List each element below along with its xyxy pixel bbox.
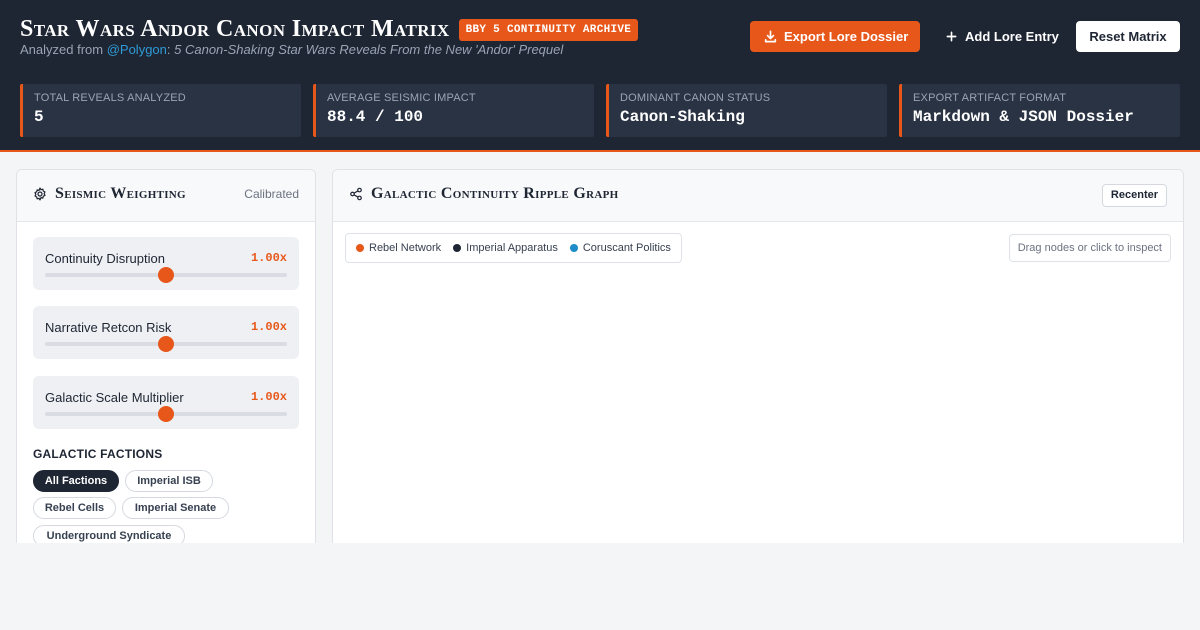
faction-chip-all[interactable]: All Factions — [33, 470, 119, 492]
reset-matrix-button[interactable]: Reset Matrix — [1076, 21, 1180, 52]
panel-title: Seismic Weighting — [33, 185, 186, 203]
slider-value: 1.00x — [250, 320, 287, 334]
panel-header: Galactic Continuity Ripple Graph Recente… — [333, 170, 1183, 222]
legend-item-coruscant-politics: Coruscant Politics — [569, 242, 671, 254]
slider-track[interactable] — [45, 336, 287, 352]
slider-track[interactable] — [45, 267, 287, 283]
subtitle-prefix: Analyzed from — [20, 42, 107, 57]
legend-item-rebel-network: Rebel Network — [356, 242, 441, 254]
panel-title: Galactic Continuity Ripple Graph — [349, 185, 618, 203]
archive-badge: BBY 5 CONTINUITY ARCHIVE — [458, 18, 639, 41]
title-row: Star Wars Andor Canon Impact Matrix BBY … — [20, 16, 639, 43]
slider-track[interactable] — [45, 406, 287, 422]
calibration-status: Calibrated — [244, 187, 299, 201]
legend-label: Coruscant Politics — [582, 242, 671, 254]
slider-thumb[interactable] — [158, 406, 174, 422]
graph-canvas[interactable] — [333, 270, 1183, 543]
plus-icon — [944, 30, 958, 44]
stat-average-impact: AVERAGE SEISMIC IMPACT 88.4 / 100 — [313, 84, 594, 137]
recenter-button[interactable]: Recenter — [1101, 184, 1167, 207]
stat-canon-status: DOMINANT CANON STATUS Canon-Shaking — [606, 84, 887, 137]
header-bar: Star Wars Andor Canon Impact Matrix BBY … — [0, 0, 1200, 152]
panel-header: Seismic Weighting Calibrated — [17, 170, 315, 222]
stat-label: AVERAGE SEISMIC IMPACT — [327, 92, 476, 104]
legend-label: Rebel Network — [369, 242, 442, 254]
stat-label: DOMINANT CANON STATUS — [620, 92, 771, 104]
gear-icon — [33, 187, 47, 201]
weighting-title: Seismic Weighting — [55, 185, 186, 202]
faction-chip-rebel-cells[interactable]: Rebel Cells — [33, 497, 116, 519]
export-lore-dossier-button[interactable]: Export Lore Dossier — [750, 21, 920, 52]
legend-label: Imperial Apparatus — [466, 242, 558, 254]
source-attribution: Analyzed from @Polygon: 5 Canon-Shaking … — [20, 42, 563, 57]
slider-galactic-scale-multiplier: Galactic Scale Multiplier 1.00x — [33, 376, 299, 429]
stat-export-format: EXPORT ARTIFACT FORMAT Markdown & JSON D… — [899, 84, 1180, 137]
graph-legend: Rebel Network Imperial Apparatus Corusca… — [345, 233, 682, 263]
slider-thumb[interactable] — [158, 267, 174, 283]
graph-title: Galactic Continuity Ripple Graph — [371, 185, 619, 202]
slider-label: Continuity Disruption — [45, 251, 165, 266]
slider-label: Narrative Retcon Risk — [45, 320, 172, 335]
source-handle-link[interactable]: @Polygon — [107, 42, 167, 57]
ripple-graph-panel: Galactic Continuity Ripple Graph Recente… — [332, 169, 1184, 543]
slider-value: 1.00x — [250, 251, 287, 265]
legend-dot — [569, 244, 578, 252]
legend-dot — [453, 244, 462, 252]
faction-chip-imperial-isb[interactable]: Imperial ISB — [125, 470, 213, 492]
legend-item-imperial-apparatus: Imperial Apparatus — [453, 242, 558, 254]
stat-value: Canon-Shaking — [620, 108, 745, 126]
slider-narrative-retcon-risk: Narrative Retcon Risk 1.00x — [33, 306, 299, 359]
stat-total-reveals: TOTAL REVEALS ANALYZED 5 — [20, 84, 301, 137]
stat-value: 88.4 / 100 — [327, 108, 424, 126]
graph-hint: Drag nodes or click to inspect — [1008, 234, 1171, 262]
factions-heading: GALACTIC FACTIONS — [33, 447, 163, 461]
stat-label: TOTAL REVEALS ANALYZED — [34, 92, 186, 104]
stat-value: 5 — [34, 108, 44, 126]
slider-value: 1.00x — [250, 390, 287, 404]
app-title: Star Wars Andor Canon Impact Matrix — [20, 16, 450, 42]
faction-chip-imperial-senate[interactable]: Imperial Senate — [122, 497, 229, 519]
add-lore-entry-button[interactable]: Add Lore Entry — [934, 21, 1064, 52]
export-button-label: Export Lore Dossier — [784, 29, 909, 44]
slider-continuity-disruption: Continuity Disruption 1.00x — [33, 237, 299, 290]
seismic-weighting-panel: Seismic Weighting Calibrated Continuity … — [16, 169, 316, 543]
faction-chip-underground-syndicate[interactable]: Underground Syndicate — [33, 525, 185, 543]
source-headline: 5 Canon-Shaking Star Wars Reveals From t… — [174, 42, 564, 57]
stat-value: Markdown & JSON Dossier — [913, 108, 1134, 126]
slider-label: Galactic Scale Multiplier — [45, 390, 184, 405]
slider-thumb[interactable] — [158, 336, 174, 352]
download-icon — [763, 30, 777, 44]
add-button-label: Add Lore Entry — [965, 29, 1059, 44]
share-nodes-icon — [349, 187, 363, 201]
stat-label: EXPORT ARTIFACT FORMAT — [913, 92, 1067, 104]
legend-dot — [356, 244, 364, 252]
